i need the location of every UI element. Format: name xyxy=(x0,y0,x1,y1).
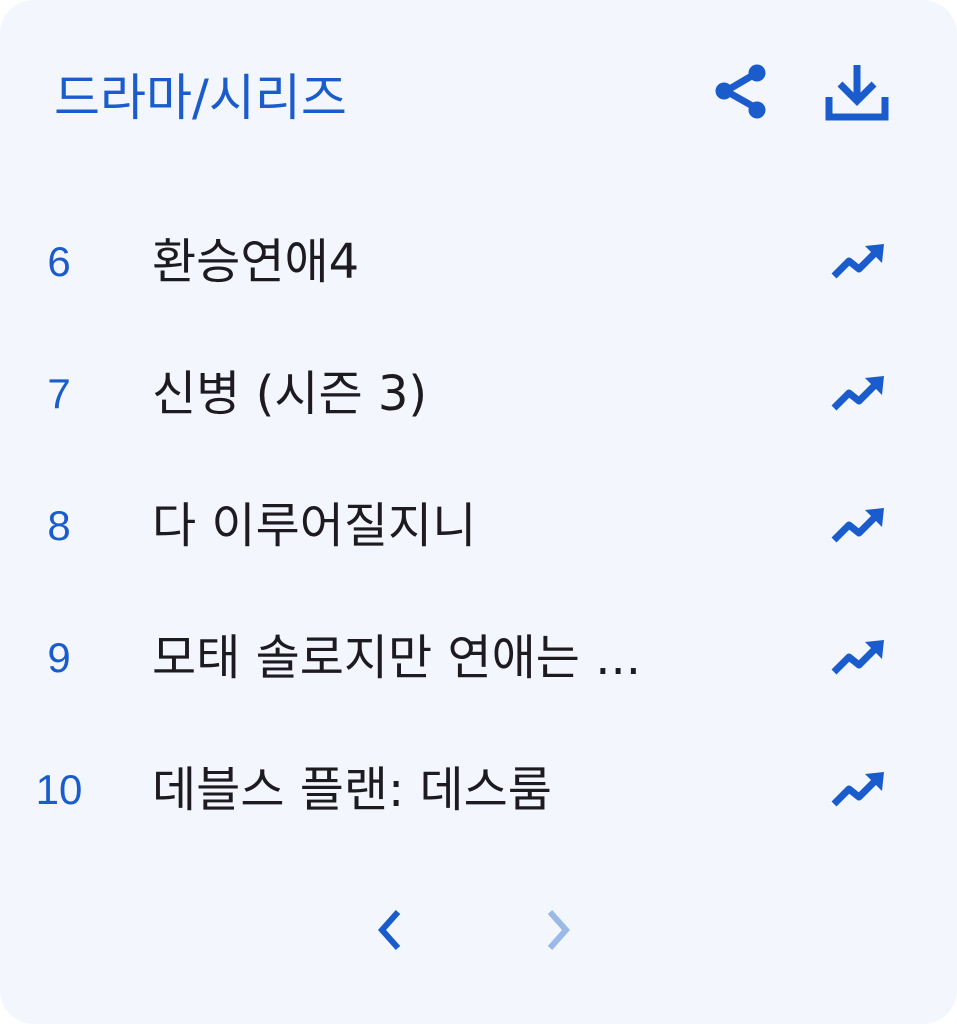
chevron-left-icon xyxy=(377,910,401,950)
rank-number: 7 xyxy=(47,370,71,417)
trending-up-icon xyxy=(826,364,890,424)
trending-card: 드라마/시리즈 6 환승연애4 7 신병 (시즌 3) 8 다 이루어질지니 9… xyxy=(0,0,957,1024)
item-title: 다 이루어질지니 xyxy=(152,498,477,554)
item-title: 신병 (시즌 3) xyxy=(152,366,428,422)
list-item[interactable]: 6 환승연애4 xyxy=(0,196,957,328)
item-title: 환승연애4 xyxy=(152,234,360,290)
download-icon xyxy=(825,65,889,121)
list-item[interactable]: 10 데블스 플랜: 데스룸 xyxy=(0,724,957,856)
rank-number: 6 xyxy=(47,238,71,285)
next-page-button[interactable] xyxy=(518,890,598,970)
rank-number: 8 xyxy=(47,502,71,549)
item-title: 데블스 플랜: 데스룸 xyxy=(152,762,552,818)
previous-page-button[interactable] xyxy=(350,890,430,970)
list-item[interactable]: 7 신병 (시즌 3) xyxy=(0,328,957,460)
item-title: 모태 솔로지만 연애는 ... xyxy=(152,630,641,686)
trending-up-icon xyxy=(826,496,890,556)
chevron-right-icon xyxy=(547,910,571,950)
share-button[interactable] xyxy=(701,52,781,132)
share-icon xyxy=(715,64,766,119)
rank-number: 9 xyxy=(47,634,71,681)
rank-number: 10 xyxy=(35,766,83,813)
trending-up-icon xyxy=(826,760,890,820)
list-item[interactable]: 9 모태 솔로지만 연애는 ... xyxy=(0,592,957,724)
section-title: 드라마/시리즈 xyxy=(54,69,347,127)
list-item[interactable]: 8 다 이루어질지니 xyxy=(0,460,957,592)
download-button[interactable] xyxy=(817,52,897,132)
trending-up-icon xyxy=(826,628,890,688)
trending-up-icon xyxy=(826,232,890,292)
